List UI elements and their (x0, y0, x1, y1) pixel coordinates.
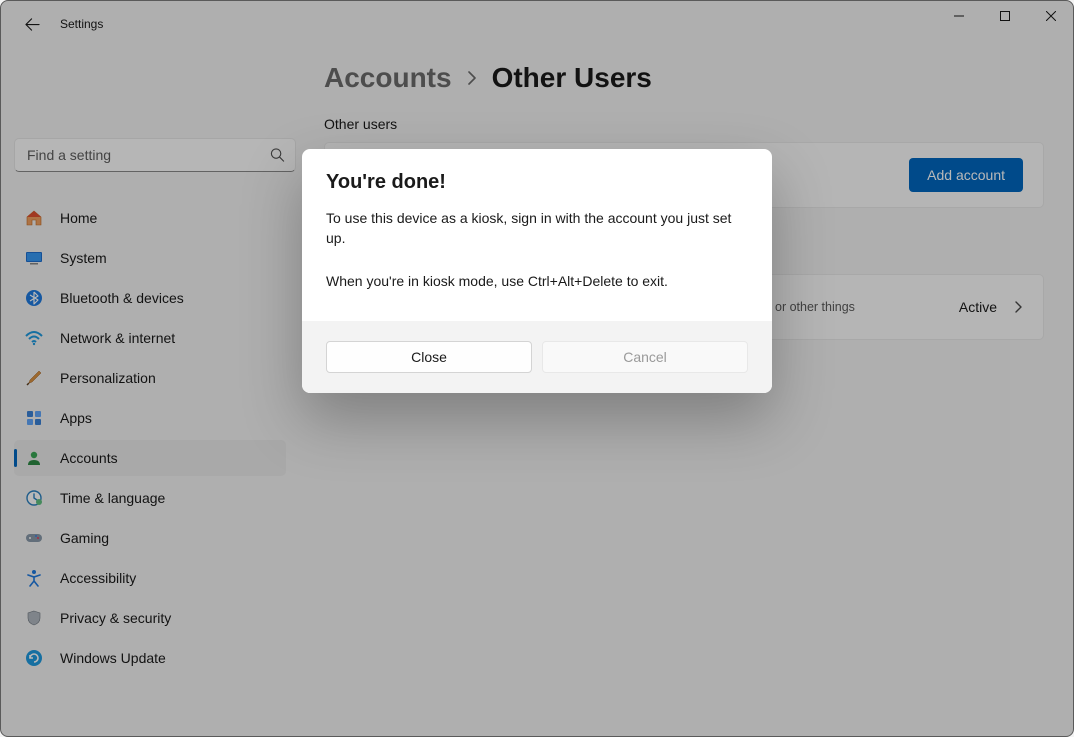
close-button[interactable]: Close (326, 341, 532, 373)
modal-overlay: You're done! To use this device as a kio… (0, 0, 1074, 737)
dialog-text-2: When you're in kiosk mode, use Ctrl+Alt+… (326, 271, 748, 291)
cancel-button: Cancel (542, 341, 748, 373)
kiosk-done-dialog: You're done! To use this device as a kio… (302, 149, 772, 393)
dialog-text-1: To use this device as a kiosk, sign in w… (326, 208, 748, 249)
dialog-title: You're done! (326, 171, 748, 194)
